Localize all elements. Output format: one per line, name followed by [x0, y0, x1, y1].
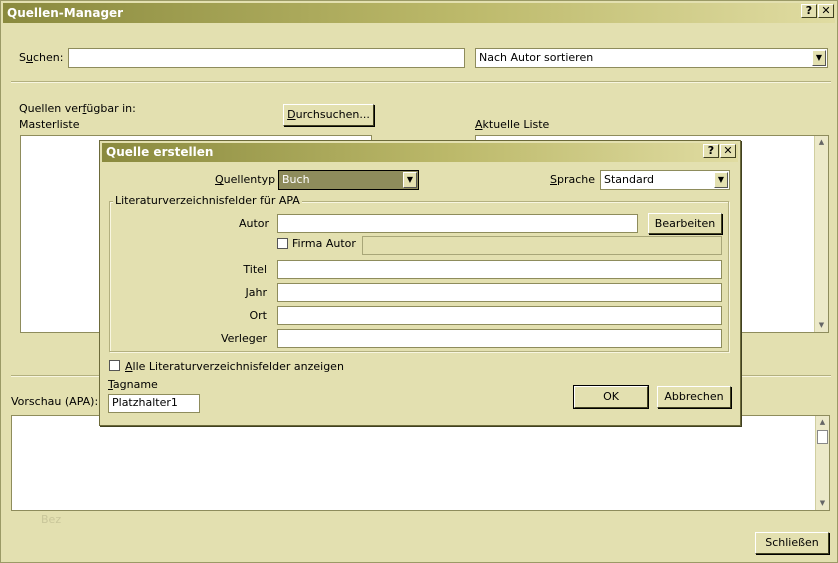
- close-icon[interactable]: ✕: [720, 144, 736, 158]
- tag-name-label: Tagname: [108, 378, 158, 391]
- publisher-input[interactable]: [277, 329, 722, 348]
- city-input[interactable]: [277, 306, 722, 325]
- scroll-thumb[interactable]: [817, 430, 828, 444]
- close-icon[interactable]: ✕: [818, 4, 834, 18]
- browse-button[interactable]: Durchsuchen...: [283, 104, 374, 126]
- city-label: Ort: [249, 309, 268, 322]
- group-label: Literaturverzeichnisfelder für APA: [113, 194, 302, 207]
- search-label: Suchen:: [19, 51, 64, 64]
- help-icon[interactable]: ?: [801, 4, 817, 18]
- current-list-label: Aktuelle Liste: [475, 118, 550, 131]
- current-list-scrollbar[interactable]: ▲ ▼: [814, 136, 828, 332]
- sort-select[interactable]: Nach Autor sortieren ▼: [475, 48, 828, 68]
- author-input[interactable]: [277, 214, 638, 233]
- source-type-label: Quellentyp: [215, 173, 276, 186]
- preview-box: ▲ ▼: [11, 415, 830, 511]
- language-label: Sprache: [550, 173, 596, 186]
- cancel-button[interactable]: Abbrechen: [657, 386, 731, 408]
- corporate-author-checkbox[interactable]: [277, 238, 288, 249]
- corporate-author-label: Firma Autor: [292, 237, 356, 250]
- preview-label: Vorschau (APA):: [11, 395, 99, 408]
- sort-select-value: Nach Autor sortieren: [479, 51, 594, 64]
- author-label: Autor: [239, 217, 270, 230]
- preview-scrollbar[interactable]: ▲ ▼: [815, 416, 829, 510]
- source-type-value: Buch: [282, 173, 310, 186]
- scroll-up-icon[interactable]: ▲: [816, 416, 829, 429]
- scroll-down-icon[interactable]: ▼: [815, 319, 828, 332]
- title-label: Titel: [243, 263, 267, 276]
- window-title: Quellen-Manager: [7, 6, 124, 20]
- dialog-titlebar: Quelle erstellen: [102, 143, 738, 162]
- ghost-text: Bez: [41, 513, 62, 526]
- close-button[interactable]: Schließen: [755, 532, 829, 554]
- source-type-select[interactable]: Buch ▼: [278, 170, 419, 190]
- scroll-down-icon[interactable]: ▼: [816, 497, 829, 510]
- ok-button[interactable]: OK: [573, 385, 649, 409]
- search-input[interactable]: [68, 48, 465, 68]
- publisher-label: Verleger: [220, 332, 267, 345]
- master-list-label: Masterliste: [19, 118, 80, 131]
- language-select[interactable]: Standard ▼: [600, 170, 730, 190]
- window-titlebar: Quellen-Manager: [3, 3, 835, 23]
- create-source-dialog: Quelle erstellen ? ✕ Quellentyp Buch ▼ S…: [99, 140, 741, 426]
- show-all-fields-checkbox[interactable]: [109, 360, 120, 371]
- chevron-down-icon[interactable]: ▼: [812, 50, 826, 66]
- corporate-author-input: [362, 236, 722, 255]
- language-value: Standard: [604, 173, 655, 186]
- chevron-down-icon[interactable]: ▼: [403, 172, 417, 188]
- tag-name-input[interactable]: Platzhalter1: [108, 394, 200, 413]
- year-label: Jahr: [245, 286, 267, 299]
- title-input[interactable]: [277, 260, 722, 279]
- dialog-title: Quelle erstellen: [106, 145, 214, 159]
- scroll-up-icon[interactable]: ▲: [815, 136, 828, 149]
- show-all-fields-label: Alle Literaturverzeichnisfelder anzeigen: [125, 360, 344, 373]
- help-icon[interactable]: ?: [703, 144, 719, 158]
- chevron-down-icon[interactable]: ▼: [714, 172, 728, 188]
- separator: [11, 81, 831, 83]
- year-input[interactable]: [277, 283, 722, 302]
- edit-button[interactable]: Bearbeiten: [648, 213, 722, 234]
- sources-available-label: Quellen verfügbar in:: [19, 102, 136, 115]
